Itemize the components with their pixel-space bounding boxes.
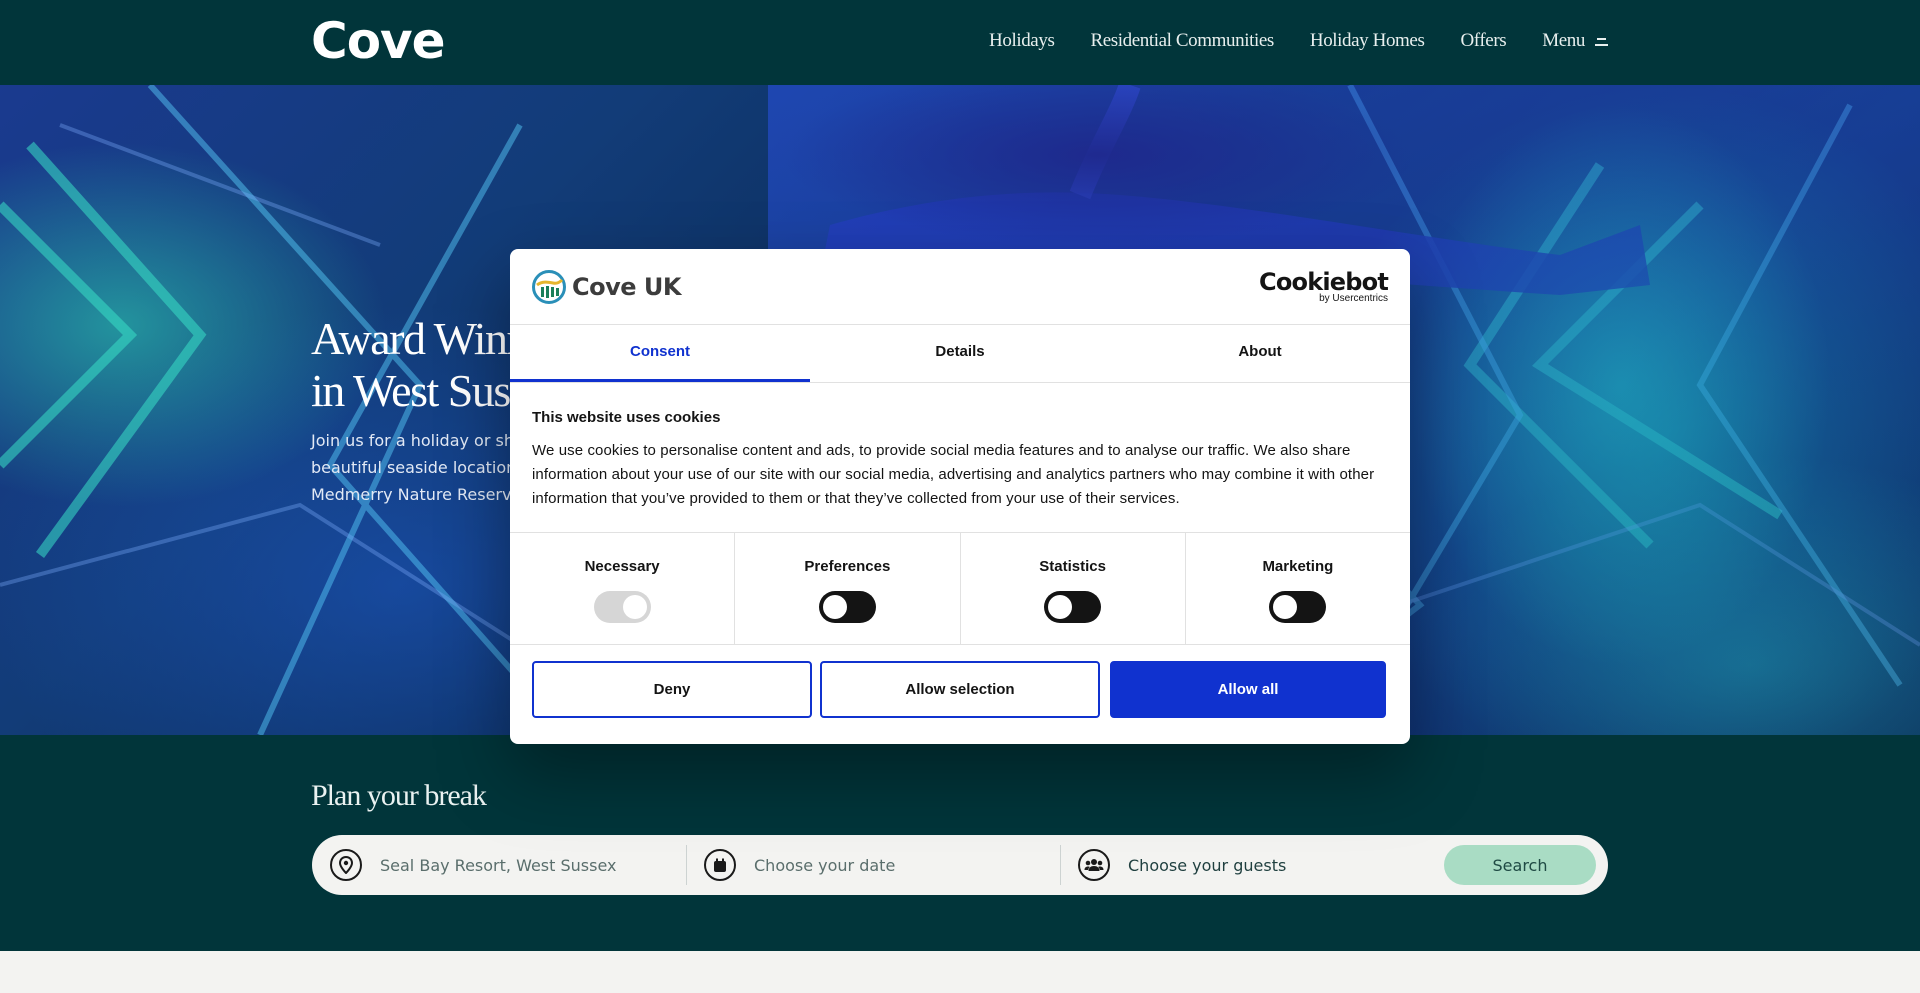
- necessary-toggle: [593, 591, 651, 623]
- allow-all-button[interactable]: Allow all: [1110, 661, 1386, 718]
- statistics-toggle[interactable]: [1044, 591, 1102, 623]
- category-marketing: Marketing: [1184, 533, 1410, 644]
- dialog-header: Cove UK Cookiebot by Usercentrics: [510, 249, 1410, 325]
- category-preferences: Preferences: [734, 533, 959, 644]
- category-necessary: Necessary: [510, 533, 734, 644]
- toggle-knob: [622, 595, 647, 619]
- cookie-consent-dialog: Cove UK Cookiebot by Usercentrics Consen…: [510, 249, 1410, 744]
- category-label: Statistics: [1039, 558, 1106, 575]
- category-statistics: Statistics: [959, 533, 1185, 644]
- cove-logo-icon: [532, 270, 566, 304]
- category-label: Necessary: [584, 558, 660, 575]
- brand: Cove UK: [532, 270, 681, 304]
- category-label: Preferences: [804, 558, 891, 575]
- dialog-tabs: Consent Details About: [510, 325, 1410, 383]
- dialog-body: This website uses cookies We use cookies…: [510, 383, 1410, 533]
- preferences-toggle[interactable]: [818, 591, 876, 623]
- toggle-knob: [1048, 595, 1073, 619]
- deny-button[interactable]: Deny: [532, 661, 812, 718]
- toggle-knob: [822, 595, 847, 619]
- dialog-title: This website uses cookies: [532, 409, 721, 426]
- brand-name: Cove UK: [572, 273, 681, 301]
- tab-details[interactable]: Details: [810, 325, 1110, 382]
- cookiebot-name: Cookiebot: [1259, 268, 1389, 296]
- category-label: Marketing: [1262, 558, 1334, 575]
- cookiebot-logo[interactable]: Cookiebot by Usercentrics: [1259, 268, 1389, 304]
- tab-consent[interactable]: Consent: [510, 325, 810, 382]
- tab-about[interactable]: About: [1110, 325, 1410, 382]
- marketing-toggle[interactable]: [1269, 591, 1327, 623]
- dialog-text: We use cookies to personalise content an…: [532, 442, 1375, 507]
- toggle-knob: [1273, 595, 1298, 619]
- allow-selection-button[interactable]: Allow selection: [820, 661, 1100, 718]
- cookie-categories: Necessary Preferences Statistics Marketi…: [510, 533, 1410, 645]
- dialog-actions: Deny Allow selection Allow all: [510, 645, 1410, 718]
